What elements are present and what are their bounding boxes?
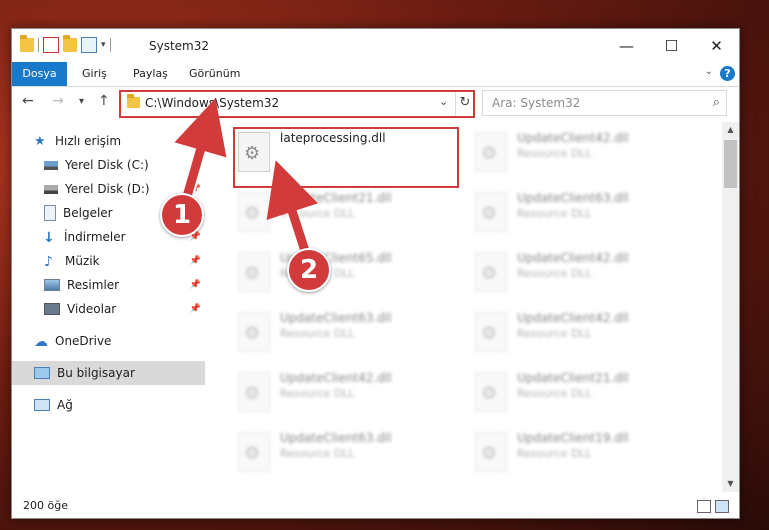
annotation-arrows (174, 98, 319, 257)
step-2-badge: 2 (287, 248, 331, 292)
step-1-badge: 1 (160, 193, 204, 237)
